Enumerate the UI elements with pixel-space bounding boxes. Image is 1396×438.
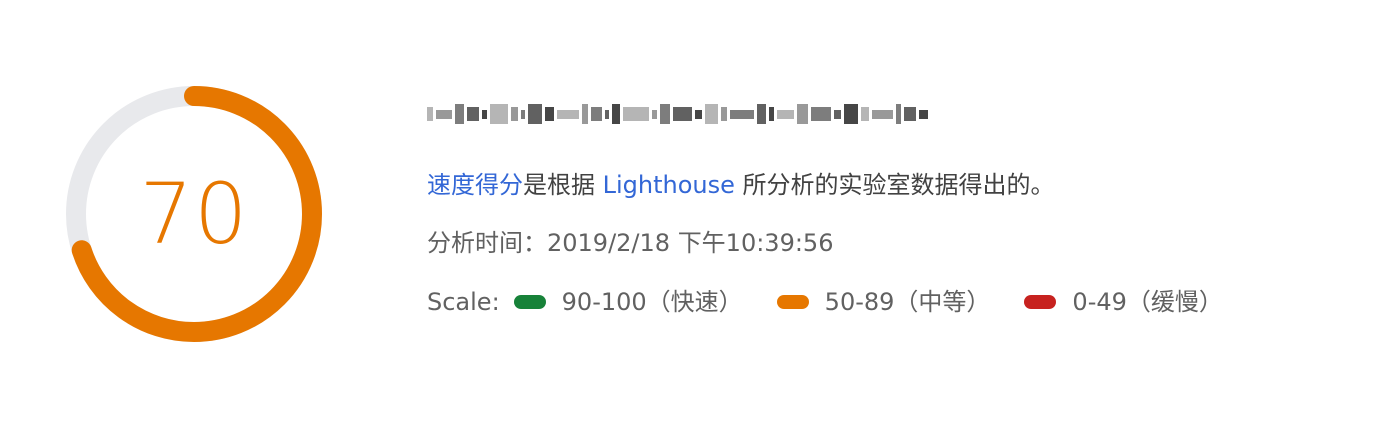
analysis-time: 分析时间：2019/2/18 下午10:39:56 [427,226,1367,260]
url-pixel-block [623,107,649,121]
scale-item-fast: 90-100（快速） [513,285,763,319]
url-pixel-block [896,104,901,124]
url-pixel-block [545,107,554,121]
url-pixel-block [482,109,487,119]
url-pixel-block [557,109,579,119]
info-section: https://example.com/page 速度得分是根据 Lightho… [427,92,1367,319]
url-pixel-block [605,109,609,119]
url-pixel-block [705,104,718,124]
url-pixel-block [730,109,754,119]
url-pixel-block [904,107,916,121]
scale-item-slow: 0-49（缓慢） [1024,285,1242,319]
url-pixel-block [528,104,542,124]
url-pixel-block [797,104,808,124]
green-pill-icon [513,295,546,309]
url-pixel-block [777,109,794,119]
url-pixel-block [582,104,588,124]
scale-label: Scale: [427,288,500,316]
scale-item-average: 50-89（中等） [776,285,1011,319]
url-pixel-block [511,107,518,121]
url-pixel-block [695,109,702,119]
url-pixel-block [811,107,831,121]
url-pixel-block [844,104,858,124]
url-pixel-block [436,109,452,119]
url-pixel-block [521,109,525,119]
description: 速度得分是根据 Lighthouse 所分析的实验室数据得出的。 [427,168,1367,202]
scale-range-slow: 0-49（缓慢） [1072,288,1223,316]
url-row[interactable]: https://example.com/page [427,92,1367,140]
scale-legend: Scale: 90-100（快速） 50-89（中等） 0-49（缓慢） [427,285,1367,319]
score-gauge: 70 [62,82,326,346]
score-value: 70 [139,165,249,263]
lighthouse-link[interactable]: Lighthouse [603,171,735,199]
url-pixel-block [673,107,692,121]
url-pixel-block [919,109,928,119]
description-middle: 是根据 [523,171,603,199]
url-pixel-block [861,107,869,121]
url-pixel-block [427,107,433,121]
url-pixel-block [591,107,602,121]
url-pixel-block [834,109,841,119]
scale-range-average: 50-89（中等） [824,288,991,316]
description-tail: 所分析的实验室数据得出的。 [734,171,1055,199]
url-pixel-block [467,107,479,121]
url-text: https://example.com/page [427,92,428,93]
url-pixel-block [660,104,670,124]
analysis-time-value: 2019/2/18 下午10:39:56 [547,229,834,257]
url-pixel-block [490,104,508,124]
speed-score-panel: 70 https://example.com/page 速度得分是根据 Ligh… [0,0,1396,438]
url-pixel-block [612,104,620,124]
blurred-url[interactable] [427,96,993,132]
url-pixel-block [455,104,464,124]
url-pixel-block [872,109,893,119]
analysis-time-label: 分析时间： [427,229,547,257]
orange-pill-icon [776,295,809,309]
url-pixel-block [757,104,766,124]
speed-score-link[interactable]: 速度得分 [427,171,523,199]
scale-range-fast: 90-100（快速） [561,288,743,316]
url-pixel-block [652,109,657,119]
red-pill-icon [1024,295,1057,309]
url-pixel-block [721,107,727,121]
url-pixel-block [769,107,774,121]
